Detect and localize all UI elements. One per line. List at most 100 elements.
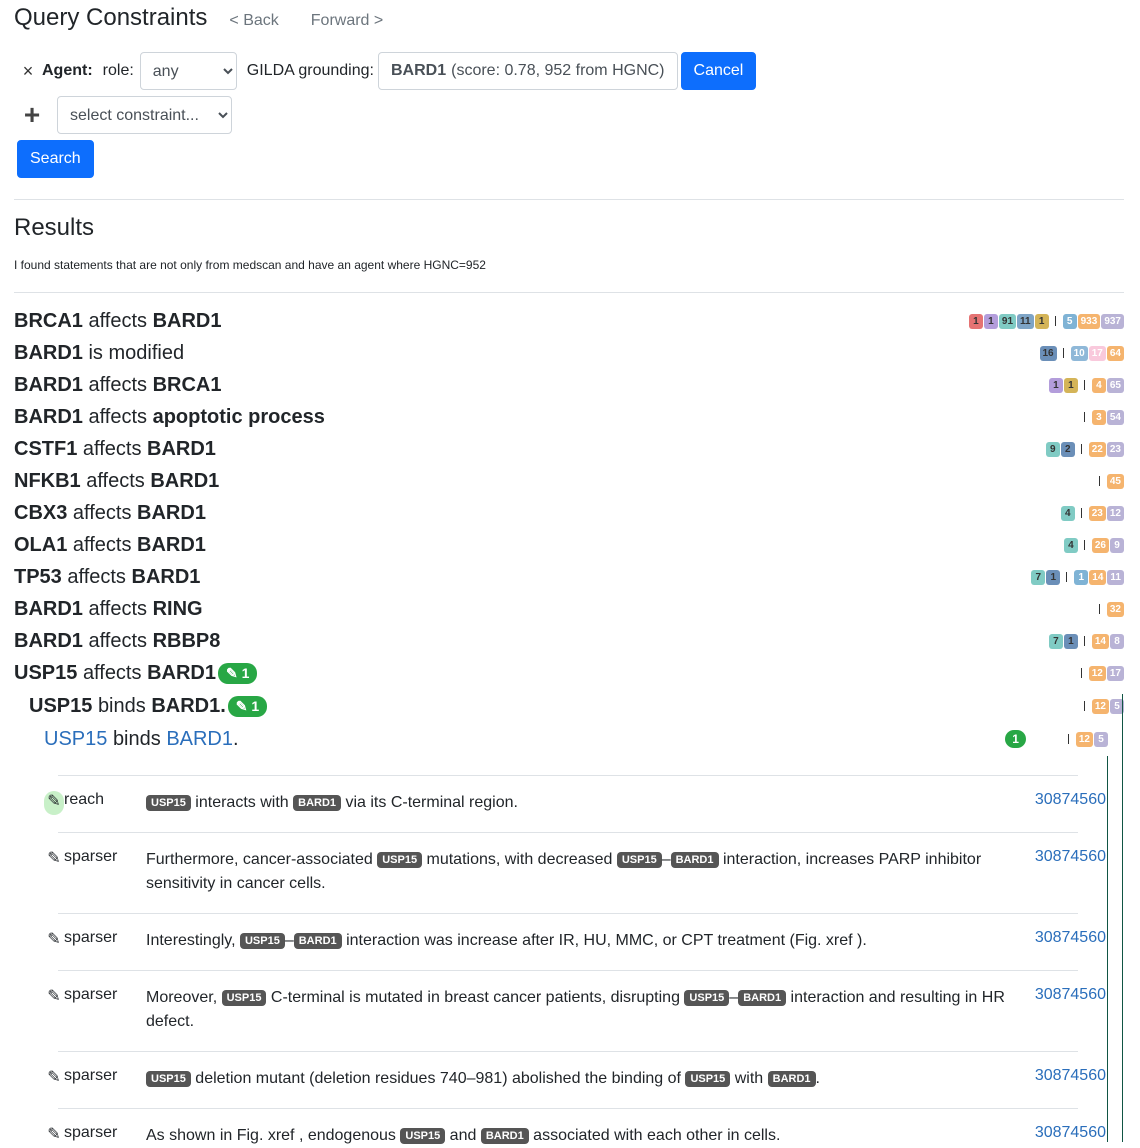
badge-separator: [1098, 604, 1100, 614]
badge-group: 12 5: [1078, 698, 1124, 714]
curation-badge[interactable]: ✎ 1: [227, 695, 268, 717]
gilda-detail: (score: 0.78, 952 from HGNC): [451, 62, 665, 79]
source-count-badge: 1: [1048, 377, 1063, 393]
badge-separator: [1080, 444, 1082, 454]
evidence-row: ✎ sparser Interestingly, USP15– BARD1 inte…: [44, 929, 1106, 953]
search-button[interactable]: Search: [17, 140, 94, 178]
badge: 5: [1094, 731, 1108, 747]
pencil-icon[interactable]: ✎: [44, 848, 64, 896]
source-count-badge: 45: [1106, 473, 1124, 489]
statement-text: TP53 affects BARD1: [14, 565, 201, 588]
source-count-badge: 65: [1106, 377, 1124, 393]
statement-row[interactable]: CSTF1 affects BARD1 9 2 22 23: [14, 434, 1124, 464]
source-count-badge: 12: [1106, 505, 1124, 521]
statement-text: USP15 binds BARD1.: [29, 694, 226, 717]
source-count-badge: 5: [1062, 313, 1077, 329]
statement-row[interactable]: BARD1 affects RING 32: [14, 594, 1124, 624]
evidence-source: sparser: [64, 848, 118, 865]
agent-link[interactable]: BARD1: [166, 728, 233, 750]
forward-link[interactable]: Forward >: [311, 12, 383, 30]
pmid-link[interactable]: 30874560: [1035, 929, 1106, 947]
badge-separator: [1080, 668, 1082, 678]
source-count-badge: 1: [1063, 633, 1078, 649]
results-summary: I found statements that are not only fro…: [14, 258, 486, 272]
source-count-badge: 11: [1107, 569, 1124, 585]
source-count-badge: 9: [1045, 441, 1060, 457]
evidence-text: Furthermore, cancer-associated USP15 mut…: [146, 851, 982, 892]
close-icon[interactable]: ×: [14, 61, 42, 82]
pmid-link[interactable]: 30874560: [1035, 1067, 1106, 1085]
badge-separator: [1098, 476, 1100, 486]
source-count-badge: 16: [1039, 345, 1057, 361]
badge-group: 12 17: [1075, 665, 1124, 681]
source-count-badge: 17: [1106, 665, 1124, 681]
badge-group: 9 2 22 23: [1045, 441, 1124, 457]
statement-text: BARD1 is modified: [14, 341, 185, 364]
source-count-badge: 64: [1106, 345, 1124, 361]
statement-text: OLA1 affects BARD1: [14, 533, 206, 556]
pmid-link[interactable]: 30874560: [1035, 848, 1106, 866]
statement-row[interactable]: NFKB1 affects BARD1 45: [14, 466, 1124, 496]
tree-line: [1122, 694, 1123, 1142]
source-count-badge: 933: [1077, 313, 1101, 329]
role-select[interactable]: any: [139, 52, 237, 90]
role-label: role:: [102, 62, 134, 79]
evidence-row: ✎ sparser As shown in Fig. xref , endogen…: [44, 1124, 1106, 1148]
statement-binds-sub[interactable]: USP15 binds BARD1. 1 12 5: [44, 724, 1108, 754]
evidence-source: reach: [64, 791, 105, 808]
tree-line: [1107, 756, 1108, 1142]
source-count-badge: 10: [1070, 345, 1088, 361]
statement-row[interactable]: USP15 affects BARD1 ✎ 1 12 17: [14, 658, 1124, 688]
page-title: Query Constraints: [14, 4, 208, 31]
statement-row[interactable]: BRCA1 affects BARD1 1 1 91 11 1 5 933 937: [14, 306, 1124, 336]
statement-row[interactable]: BARD1 affects apoptotic process 3 54: [14, 402, 1124, 432]
badge-group: 32: [1093, 601, 1124, 617]
statement-binds-row[interactable]: USP15 binds BARD1. ✎ 1 12 5: [29, 691, 1124, 721]
agent-link[interactable]: USP15: [44, 728, 107, 750]
statement-row[interactable]: BARD1 affects BRCA1 1 1 4 65: [14, 370, 1124, 400]
source-count-badge: 1: [1074, 569, 1089, 585]
source-count-badge: 1: [1063, 377, 1078, 393]
constraint-select[interactable]: select constraint...: [57, 96, 232, 134]
source-count-badge: 14: [1089, 569, 1107, 585]
gilda-grounding-field[interactable]: BARD1 (score: 0.78, 952 from HGNC): [377, 52, 678, 90]
badge-group: 4 23 12: [1060, 505, 1124, 521]
statement-text: USP15 binds BARD1.: [44, 727, 239, 750]
badge-separator: [1054, 316, 1056, 326]
statement-row[interactable]: BARD1 is modified 16 10 17 64: [14, 338, 1124, 368]
statement-row[interactable]: BARD1 affects RBBP8 7 1 14 8: [14, 626, 1124, 656]
badge-group: 16 10 17 64: [1039, 345, 1124, 361]
count-badge: 1: [1005, 730, 1026, 748]
statement-row[interactable]: CBX3 affects BARD1 4 23 12: [14, 498, 1124, 528]
pmid-link[interactable]: 30874560: [1035, 791, 1106, 809]
pencil-icon[interactable]: ✎: [44, 986, 64, 1034]
badge-group: 1 1 4 65: [1048, 377, 1124, 393]
back-link[interactable]: < Back: [229, 12, 278, 30]
curation-badge[interactable]: ✎ 1: [217, 662, 258, 684]
pmid-link[interactable]: 30874560: [1035, 1124, 1106, 1142]
plus-icon[interactable]: +: [14, 99, 50, 131]
pencil-icon[interactable]: ✎: [44, 929, 64, 953]
source-count-badge: 3: [1091, 409, 1106, 425]
divider: [14, 292, 1124, 293]
source-count-badge: 9: [1110, 537, 1124, 553]
pencil-icon[interactable]: ✎: [44, 791, 64, 815]
evidence-row: ✎ reach USP15 interacts with BARD1 via it…: [44, 791, 1106, 815]
statement-row[interactable]: TP53 affects BARD1 7 1 1 14 11: [14, 562, 1124, 592]
badge-separator: [1083, 380, 1085, 390]
evidence-text: As shown in Fig. xref , endogenous USP15…: [146, 1127, 781, 1144]
divider: [14, 199, 1124, 200]
statement-text: BARD1 affects RING: [14, 597, 203, 620]
evidence-source: sparser: [64, 1124, 118, 1141]
source-count-badge: 4: [1060, 505, 1075, 521]
statement-text: NFKB1 affects BARD1: [14, 469, 220, 492]
statement-row[interactable]: OLA1 affects BARD1 4 26 9: [14, 530, 1124, 560]
pmid-link[interactable]: 30874560: [1035, 986, 1106, 1004]
evidence-row: ✎ sparser Moreover, USP15 C-terminal is m…: [44, 986, 1106, 1034]
badge-separator: [1083, 636, 1085, 646]
source-count-badge: 26: [1091, 537, 1109, 553]
pencil-icon[interactable]: ✎: [44, 1067, 64, 1091]
source-count-badge: 54: [1106, 409, 1124, 425]
cancel-button[interactable]: Cancel: [680, 52, 757, 90]
pencil-icon[interactable]: ✎: [44, 1124, 64, 1148]
